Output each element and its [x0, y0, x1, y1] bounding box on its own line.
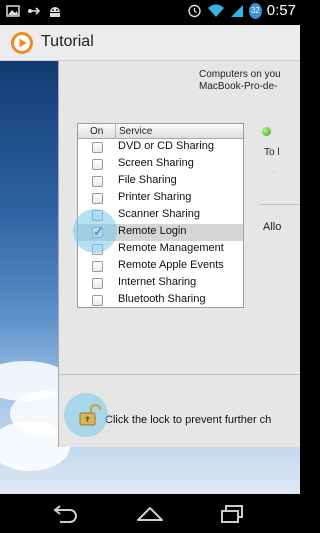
service-checkbox[interactable]: [92, 159, 103, 170]
status-bar: 32 0:57: [0, 0, 300, 25]
table-row[interactable]: Remote Apple Events: [78, 258, 243, 275]
home-button-icon[interactable]: [135, 503, 165, 525]
computers-line-2: MacBook-Pro-de-: [199, 81, 278, 92]
tap-highlight-remote-login: [73, 209, 117, 253]
status-time: 0:57: [266, 2, 296, 19]
service-checkbox[interactable]: [92, 295, 103, 306]
recent-apps-button-icon[interactable]: [218, 503, 248, 525]
wifi-icon: [207, 4, 224, 17]
app-logo-icon[interactable]: [10, 31, 34, 55]
service-label: Bluetooth Sharing: [118, 293, 206, 305]
unlocked-padlock-icon[interactable]: [79, 402, 101, 426]
signal-icon: [230, 5, 243, 17]
column-header-on[interactable]: On: [90, 126, 103, 137]
service-label: Remote Management: [118, 242, 224, 254]
service-label: Remote Apple Events: [118, 259, 224, 271]
service-checkbox[interactable]: [92, 193, 103, 204]
service-label: Remote Login: [118, 225, 187, 237]
table-row[interactable]: File Sharing: [78, 173, 243, 190]
service-label: Screen Sharing: [118, 157, 194, 169]
table-row[interactable]: DVD or CD Sharing: [78, 139, 243, 156]
gallery-icon: [6, 5, 20, 17]
status-on-indicator: [262, 127, 271, 136]
android-icon: [50, 7, 60, 17]
table-row[interactable]: Screen Sharing: [78, 156, 243, 173]
table-row[interactable]: Printer Sharing: [78, 190, 243, 207]
service-label: Scanner Sharing: [118, 208, 200, 220]
column-header-service[interactable]: Service: [119, 126, 152, 137]
service-label: Internet Sharing: [118, 276, 197, 288]
service-label: Printer Sharing: [118, 191, 192, 203]
service-checkbox[interactable]: [92, 261, 103, 272]
app-action-bar: Tutorial: [0, 25, 300, 61]
status-right-icons: 32 0:57: [187, 2, 296, 19]
separator-dot: ·: [272, 167, 275, 176]
lock-hint-text: Click the lock to prevent further ch: [105, 414, 272, 426]
system-navigation-bar: [0, 494, 300, 533]
battery-icon: 32: [248, 2, 262, 19]
table-row[interactable]: Internet Sharing: [78, 275, 243, 292]
computers-line-1: Computers on you: [199, 69, 281, 80]
service-checkbox[interactable]: [92, 176, 103, 187]
app-title: Tutorial: [41, 33, 94, 50]
sharing-preferences-window: Computers on you MacBook-Pro-de- On Serv…: [58, 61, 300, 447]
panel-divider: [259, 204, 300, 205]
service-label: DVD or CD Sharing: [118, 140, 214, 152]
table-header: On Service: [78, 124, 243, 139]
computers-info: Computers on you MacBook-Pro-de-: [199, 69, 281, 93]
allow-access-label: Allo: [263, 221, 282, 233]
window-bottom-divider: [59, 374, 300, 375]
service-checkbox[interactable]: [92, 142, 103, 153]
status-left-icons: [6, 4, 62, 18]
back-button-icon[interactable]: [50, 503, 80, 525]
service-checkbox[interactable]: [92, 278, 103, 289]
usb-debug-icon: [28, 7, 41, 15]
table-row[interactable]: Bluetooth Sharing: [78, 292, 243, 309]
status-description: To l: [264, 147, 280, 158]
tutorial-content: Computers on you MacBook-Pro-de- On Serv…: [0, 61, 300, 494]
alarm-icon: [188, 4, 201, 18]
service-label: File Sharing: [118, 174, 177, 186]
column-divider: [115, 124, 116, 139]
